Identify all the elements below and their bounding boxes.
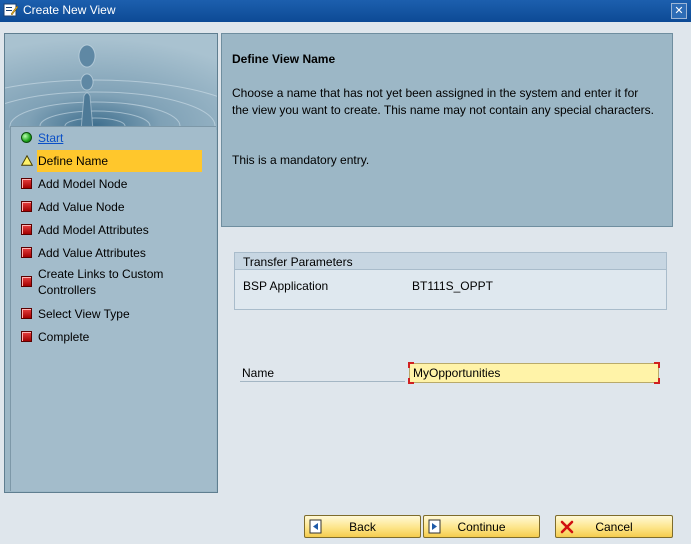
cancel-button[interactable]: Cancel bbox=[555, 515, 673, 538]
step-label: Add Model Attributes bbox=[38, 223, 149, 237]
step-description: Choose a name that has not yet been assi… bbox=[232, 86, 654, 117]
name-row: Name bbox=[240, 361, 665, 385]
step-complete[interactable]: Complete bbox=[11, 326, 217, 349]
step-add-value-node[interactable]: Add Value Node bbox=[11, 196, 217, 219]
edit-view-icon bbox=[3, 3, 19, 17]
red-square-icon bbox=[21, 308, 32, 319]
red-square-icon bbox=[21, 331, 32, 342]
step-add-value-attributes[interactable]: Add Value Attributes bbox=[11, 242, 217, 265]
steps-area: Start Define Name Add Model Node Add Val… bbox=[10, 126, 216, 491]
transfer-parameters-group: Transfer Parameters BSP Application BT11… bbox=[234, 252, 667, 310]
title-bar: Create New View ✕ bbox=[0, 0, 691, 22]
label-underline bbox=[240, 381, 405, 382]
window-title: Create New View bbox=[23, 3, 116, 17]
step-select-view-type[interactable]: Select View Type bbox=[11, 303, 217, 326]
continue-label: Continue bbox=[457, 520, 506, 534]
required-corner-marker bbox=[654, 362, 660, 368]
step-start[interactable]: Start bbox=[11, 127, 217, 150]
step-add-model-attributes[interactable]: Add Model Attributes bbox=[11, 219, 217, 242]
back-label: Back bbox=[349, 520, 376, 534]
step-label: Create Links to Custom Controllers bbox=[38, 267, 164, 297]
warning-triangle-icon bbox=[21, 155, 33, 166]
step-label: Add Model Node bbox=[38, 177, 128, 191]
bsp-application-label: BSP Application bbox=[243, 279, 329, 293]
step-add-model-node[interactable]: Add Model Node bbox=[11, 173, 217, 196]
continue-button[interactable]: Continue bbox=[423, 515, 540, 538]
green-circle-icon bbox=[21, 132, 32, 143]
red-square-icon bbox=[21, 201, 32, 212]
mandatory-note: This is a mandatory entry. bbox=[232, 153, 370, 167]
step-label: Complete bbox=[38, 330, 90, 344]
wizard-steps-panel: Start Define Name Add Model Node Add Val… bbox=[4, 33, 218, 493]
view-name-input[interactable] bbox=[409, 363, 659, 383]
name-input-wrapper bbox=[408, 362, 660, 384]
step-label: Add Value Node bbox=[38, 200, 125, 214]
required-corner-marker bbox=[654, 378, 660, 384]
bsp-application-value: BT111S_OPPT bbox=[412, 279, 493, 293]
water-drop-banner bbox=[5, 34, 217, 130]
red-square-icon bbox=[21, 276, 32, 287]
required-corner-marker bbox=[408, 362, 414, 368]
group-title: Transfer Parameters bbox=[235, 253, 666, 270]
wizard-step-list: Start Define Name Add Model Node Add Val… bbox=[11, 127, 217, 349]
step-label: Define Name bbox=[37, 150, 202, 172]
cancel-label: Cancel bbox=[595, 520, 633, 534]
step-label[interactable]: Start bbox=[38, 131, 63, 145]
red-square-icon bbox=[21, 247, 32, 258]
required-corner-marker bbox=[408, 378, 414, 384]
red-square-icon bbox=[21, 224, 32, 235]
step-define-name[interactable]: Define Name bbox=[11, 150, 217, 173]
name-label: Name bbox=[242, 366, 275, 380]
step-label: Add Value Attributes bbox=[38, 246, 146, 260]
red-square-icon bbox=[21, 178, 32, 189]
step-create-links[interactable]: Create Links to Custom Controllers bbox=[11, 265, 217, 303]
step-label: Select View Type bbox=[38, 307, 130, 321]
step-info-panel: Define View Name Choose a name that has … bbox=[221, 33, 673, 227]
step-heading: Define View Name bbox=[232, 52, 336, 66]
close-icon[interactable]: ✕ bbox=[671, 3, 687, 19]
back-button[interactable]: Back bbox=[304, 515, 421, 538]
